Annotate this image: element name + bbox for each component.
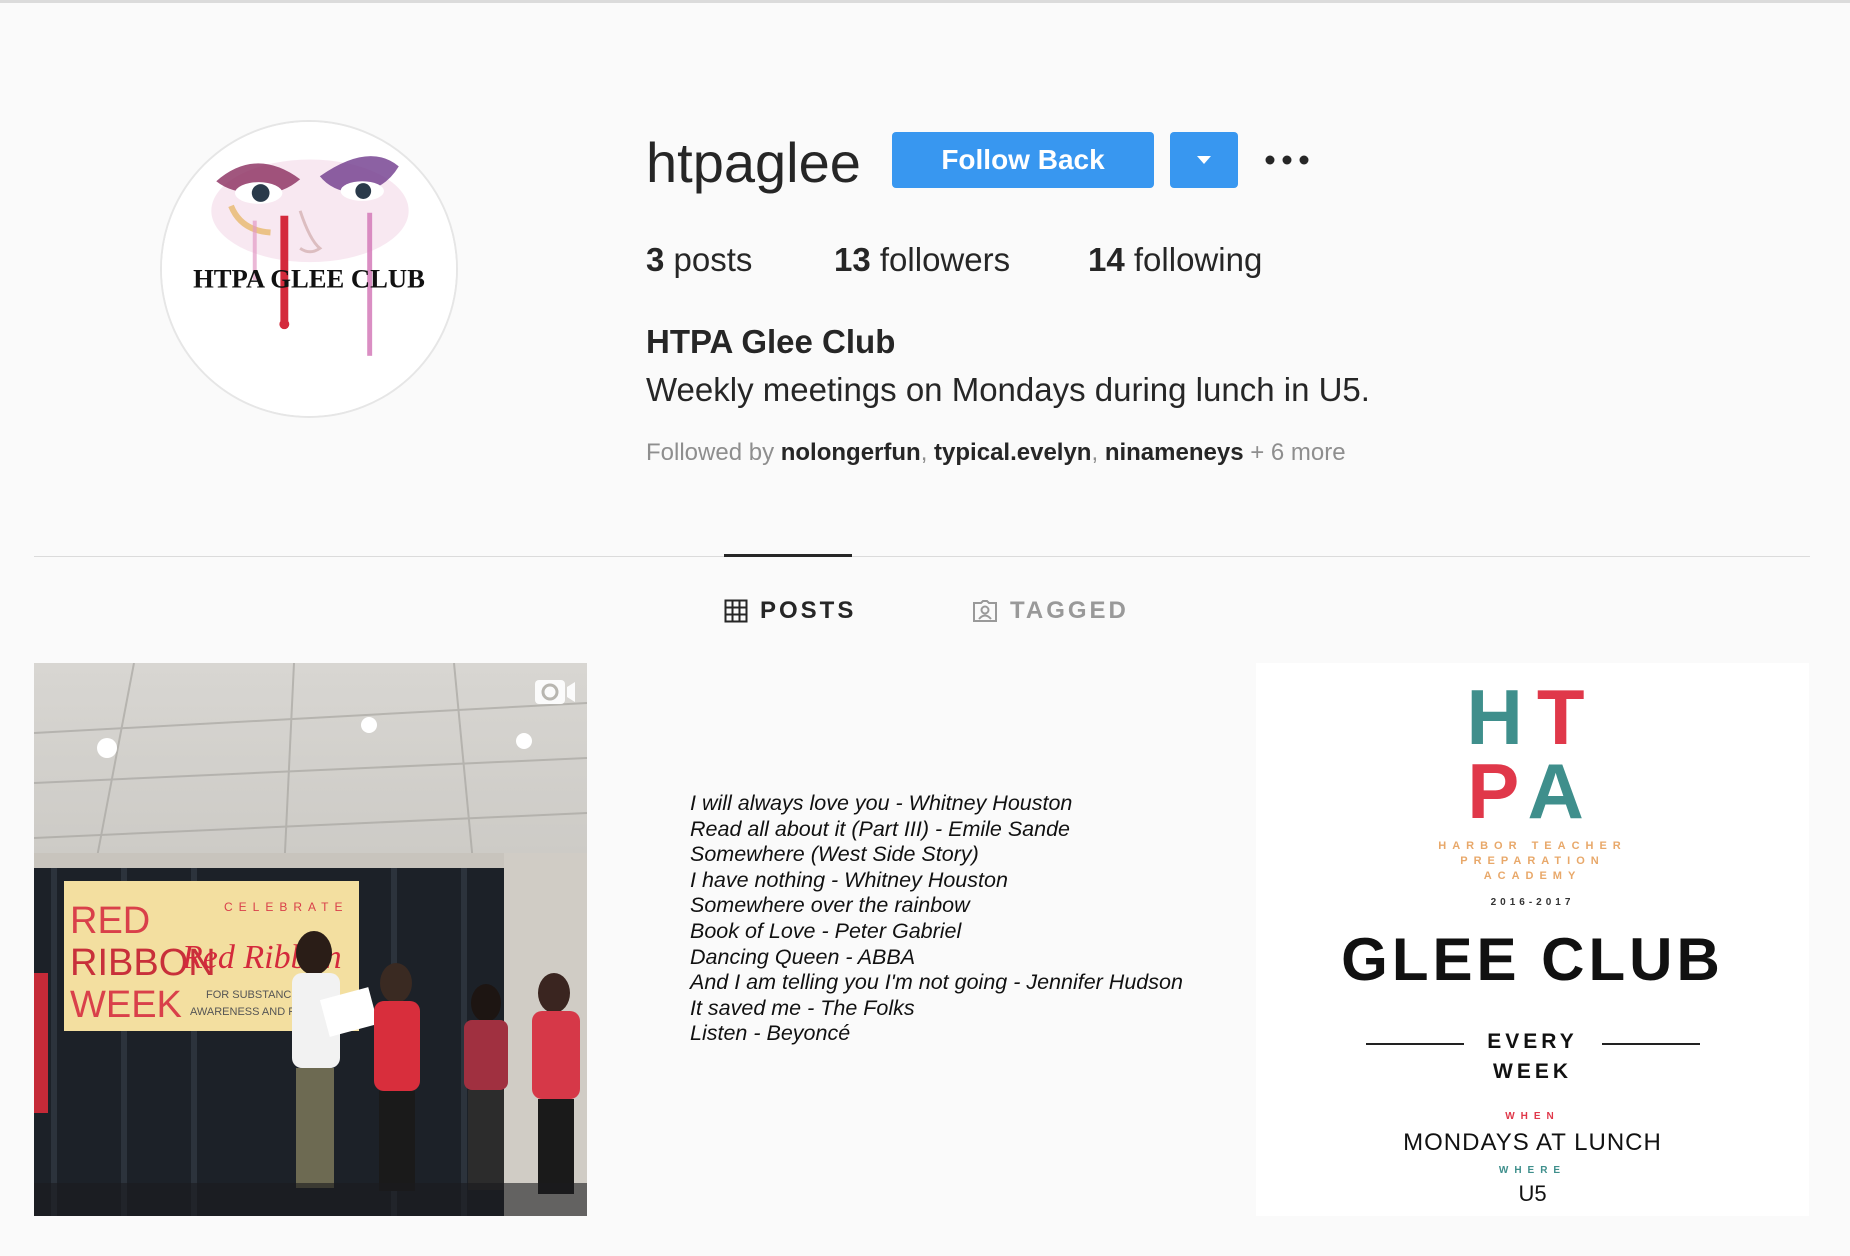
setlist-line: Dancing Queen - ABBA <box>690 944 916 969</box>
following-link[interactable]: 14 following <box>1088 238 1262 282</box>
suggestions-dropdown-button[interactable] <box>1170 132 1238 188</box>
setlist-line: Somewhere (West Side Story) <box>690 842 979 867</box>
banner-small: AWARENESS AND P <box>190 1006 296 1018</box>
poster-frequency-line: WEEK <box>1493 1060 1572 1083</box>
ellipsis-icon <box>1265 155 1309 165</box>
profile-avatar[interactable]: HTPA GLEE CLUB <box>160 120 458 418</box>
setlist-line: And I am telling you I'm not going - Jen… <box>690 970 1183 995</box>
poster-school-line: HARBOR TEACHER <box>1438 840 1627 852</box>
poster-where-value: U5 <box>1518 1181 1547 1206</box>
followed-by-link[interactable]: Followed by nolongerfun, typical.evelyn,… <box>646 436 1346 470</box>
banner-small: FOR SUBSTANCE <box>206 989 299 1001</box>
stage-performance-photo: RED RIBBON WEEK CELEBRATE Red Ribbon FOR… <box>34 663 587 1216</box>
following-count-label: following <box>1133 241 1263 278</box>
tab-tagged[interactable]: TAGGED <box>972 594 1129 628</box>
poster-when-value: MONDAYS AT LUNCH <box>1403 1129 1662 1156</box>
more-options-button[interactable] <box>1262 140 1312 180</box>
poster-frequency: EVERY WEEK <box>1256 1027 1809 1087</box>
follower-name[interactable]: typical.evelyn <box>934 439 1091 466</box>
setlist-line: I have nothing - Whitney Houston <box>690 867 1008 892</box>
profile-bio: Weekly meetings on Mondays during lunch … <box>646 371 1370 408</box>
caret-down-icon <box>1197 156 1211 164</box>
poster-school-line: ACADEMY <box>1483 870 1582 882</box>
setlist-line: It saved me - The Folks <box>690 995 915 1020</box>
banner-text: RED <box>70 900 150 942</box>
followers-link[interactable]: 13 followers <box>834 238 1010 282</box>
avatar-text: HTPA GLEE CLUB <box>193 264 425 294</box>
glee-club-logo: HTPA GLEE CLUB <box>162 122 456 416</box>
poster-frequency-line: EVERY <box>1487 1030 1578 1053</box>
banner-small: CELEBRATE <box>224 900 348 914</box>
tagged-user-icon <box>973 600 997 622</box>
follow-back-button[interactable]: Follow Back <box>892 132 1154 188</box>
follower-name[interactable]: ninameneys <box>1105 439 1244 466</box>
setlist-line: I will always love you - Whitney Houston <box>690 791 1073 815</box>
poster-letter: A <box>1527 747 1598 835</box>
grid-icon <box>724 599 748 623</box>
setlist-text: I will always love you - Whitney Houston… <box>690 791 1183 1047</box>
separator: , <box>920 439 935 466</box>
banner-text: WEEK <box>70 984 182 1026</box>
setlist-line: Listen - Beyoncé <box>690 1021 851 1046</box>
posts-count: 3 posts <box>646 238 752 282</box>
followed-by-prefix: Followed by <box>646 439 781 466</box>
setlist-line: Read all about it (Part III) - Emile San… <box>690 816 1071 841</box>
posts-count-label: posts <box>673 241 753 278</box>
poster-letter: P <box>1467 747 1528 835</box>
poster-pa: PA <box>1256 749 1809 833</box>
post-thumbnail-2[interactable]: I will always love you - Whitney Houston… <box>636 663 1189 1216</box>
followed-by-more: + 6 more <box>1243 439 1346 466</box>
setlist-line: Book of Love - Peter Gabriel <box>690 918 962 943</box>
poster-title: GLEE CLUB <box>1341 926 1724 993</box>
tab-posts-label: POSTS <box>760 597 857 624</box>
follower-name[interactable]: nolongerfun <box>781 439 921 466</box>
section-divider <box>34 556 1810 557</box>
posts-count-value: 3 <box>646 241 665 278</box>
poster-school-name: HARBOR TEACHER PREPARATION ACADEMY <box>1256 839 1809 884</box>
setlist-line: Somewhere over the rainbow <box>690 893 970 918</box>
top-border <box>0 0 1850 3</box>
following-count-value: 14 <box>1088 241 1125 278</box>
tab-posts[interactable]: POSTS <box>724 594 856 628</box>
post-thumbnail-3[interactable]: HT PA HARBOR TEACHER PREPARATION ACADEMY… <box>1256 663 1809 1216</box>
poster-year: 2016-2017 <box>1490 897 1575 908</box>
tab-tagged-label: TAGGED <box>1010 597 1129 624</box>
profile-full-name: HTPA Glee Club <box>646 323 896 360</box>
profile-username: htpaglee <box>646 131 861 194</box>
post-thumbnail-1[interactable]: RED RIBBON WEEK CELEBRATE Red Ribbon FOR… <box>34 663 587 1216</box>
active-tab-indicator <box>724 554 852 557</box>
followers-count-label: followers <box>879 241 1011 278</box>
video-icon <box>535 680 575 704</box>
poster-when-label: WHEN <box>1505 1111 1560 1122</box>
poster-where-label: WHERE <box>1498 1165 1567 1176</box>
followers-count-value: 13 <box>834 241 871 278</box>
separator: , <box>1091 439 1105 466</box>
poster-school-line: PREPARATION <box>1460 855 1605 867</box>
